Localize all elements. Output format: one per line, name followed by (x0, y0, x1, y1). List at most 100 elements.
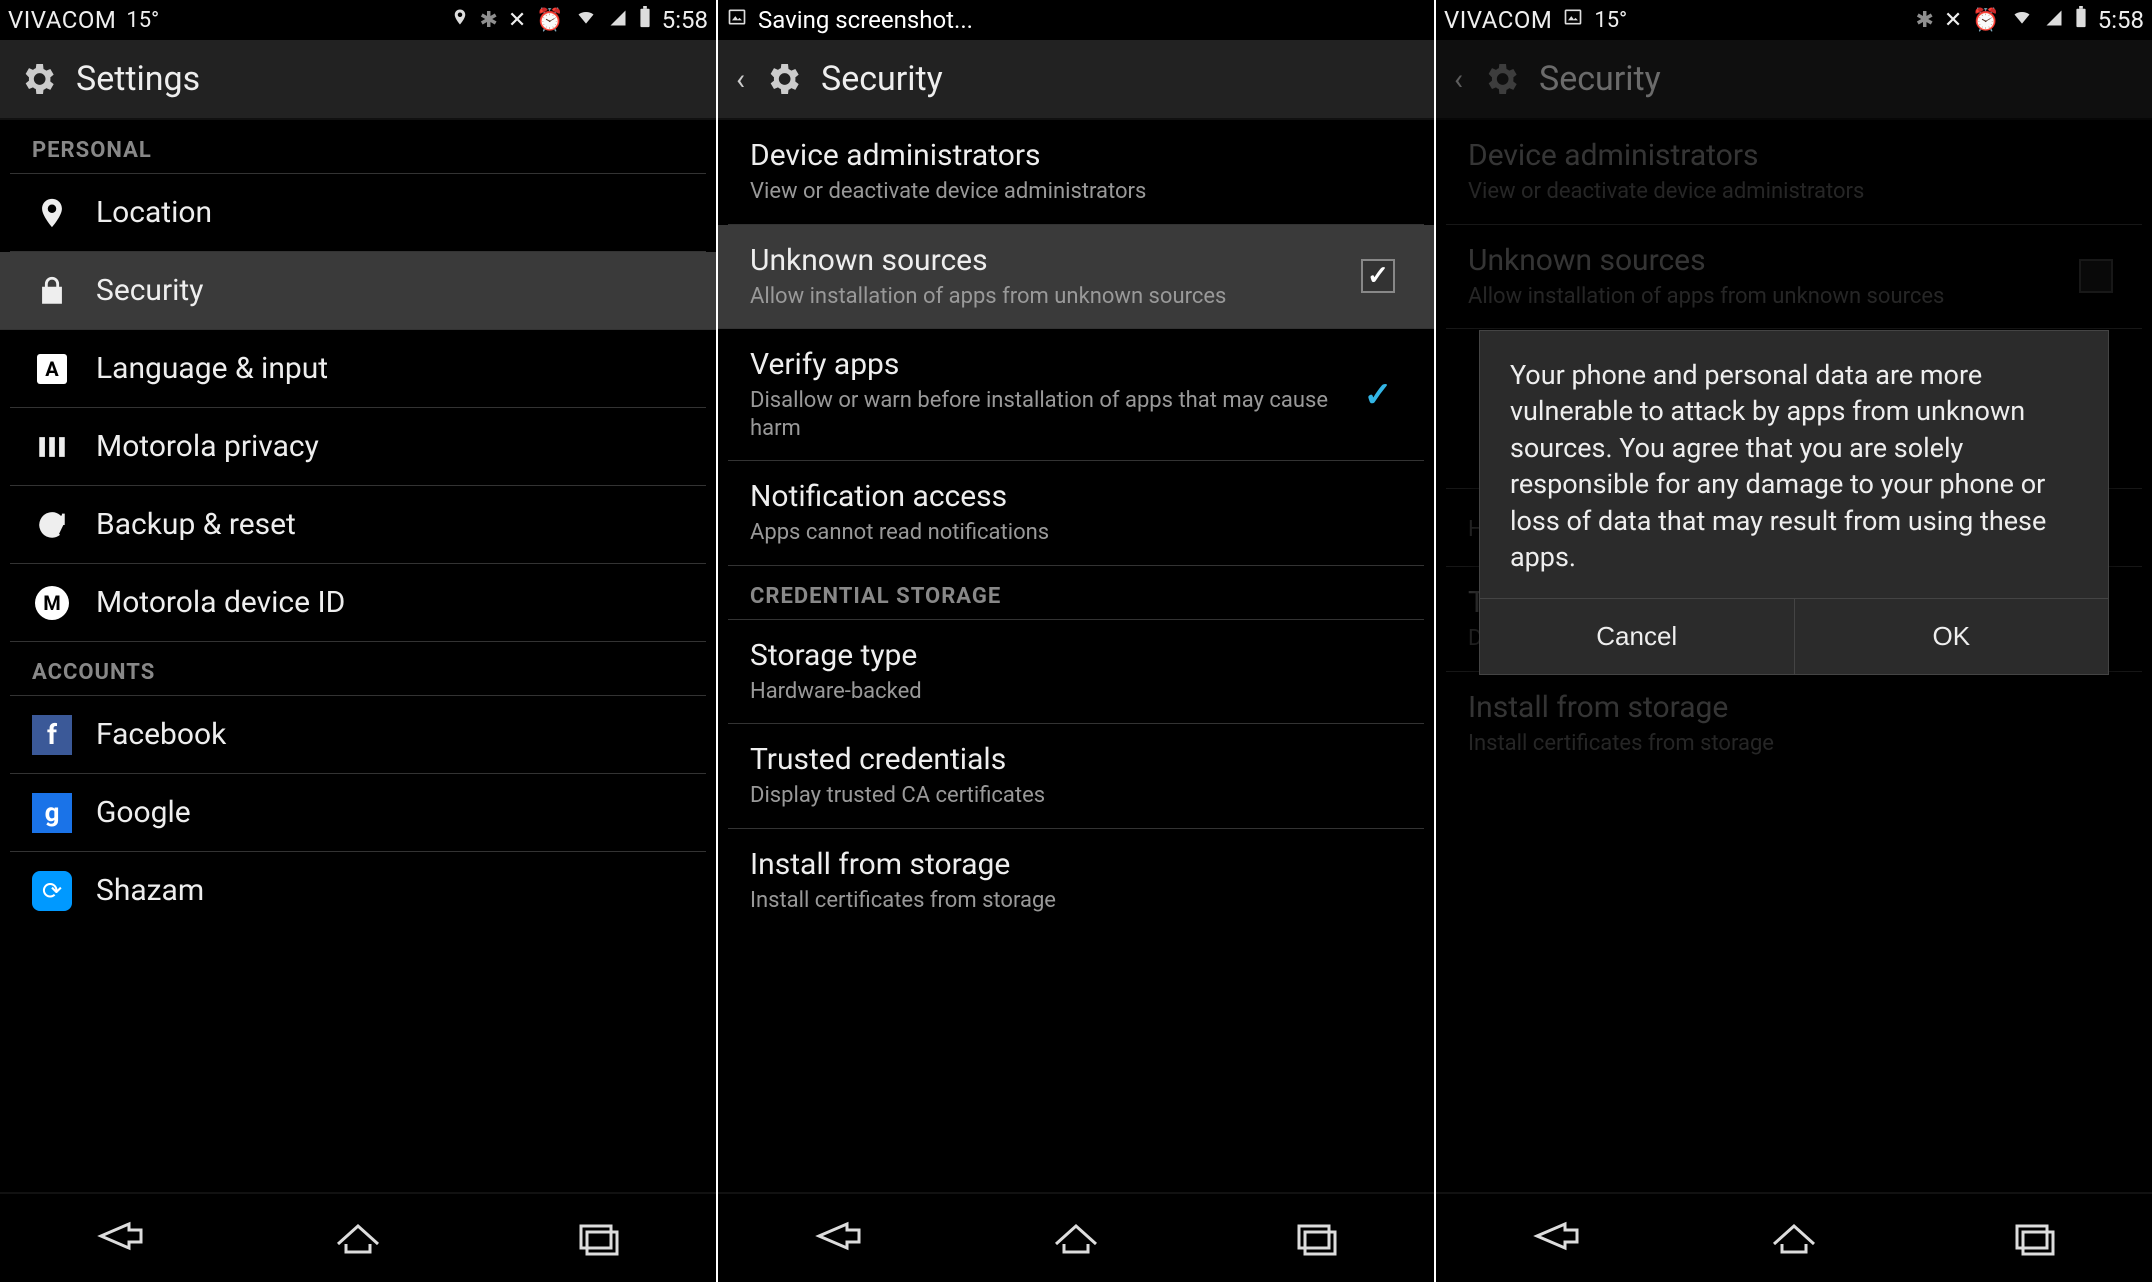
bluetooth-icon: ✱ (479, 8, 497, 33)
nav-home[interactable] (298, 1206, 418, 1270)
settings-content: PERSONAL Location Security A Language & … (0, 120, 716, 1192)
language-icon: A (32, 354, 72, 384)
item-shazam[interactable]: ⟳ Shazam (10, 852, 706, 930)
nav-bar (1436, 1192, 2152, 1282)
security-title-dim: Security (1539, 59, 1661, 99)
image-status-icon (1562, 7, 1584, 33)
backup-icon (32, 508, 72, 542)
item-notif-access[interactable]: Notification access Apps cannot read not… (728, 461, 1424, 566)
chevron-back-icon: ‹ (1454, 62, 1463, 97)
google-icon: g (32, 793, 72, 833)
lock-icon (32, 274, 72, 308)
item-dev-admin[interactable]: Device administrators View or deactivate… (728, 120, 1424, 225)
nav-back[interactable] (1495, 1206, 1615, 1270)
moto-icon: M (32, 586, 72, 620)
chevron-back-icon: ‹ (736, 62, 745, 97)
facebook-icon: f (32, 715, 72, 755)
unknown-sources-dialog: Your phone and personal data are more vu… (1479, 330, 2109, 675)
battery-icon (2074, 6, 2088, 34)
phone-settings: VIVACOM 15° ✱ ✕ ⏰ 5:58 Settings PERSONAL (0, 0, 718, 1282)
item-facebook[interactable]: f Facebook (10, 696, 706, 774)
section-cred: CREDENTIAL STORAGE (728, 566, 1424, 620)
nav-bar (0, 1192, 716, 1282)
backup-label: Backup & reset (96, 507, 684, 543)
phone-security: Saving screenshot... ‹ Security Device a… (718, 0, 1436, 1282)
location-label: Location (96, 195, 684, 231)
item-unknown-sources[interactable]: Unknown sources Allow installation of ap… (718, 225, 1434, 330)
item-backup[interactable]: Backup & reset (10, 486, 706, 564)
item-language[interactable]: A Language & input (10, 330, 706, 408)
storage-sub: Hardware-backed (750, 678, 1402, 706)
dialog-ok-button[interactable]: OK (1794, 599, 2109, 674)
item-google[interactable]: g Google (10, 774, 706, 852)
section-personal: PERSONAL (10, 120, 706, 174)
gear-icon (763, 59, 803, 99)
item-location[interactable]: Location (10, 174, 706, 252)
nav-recent[interactable] (1973, 1206, 2093, 1270)
notif-sub: Apps cannot read notifications (750, 519, 1402, 547)
unknown-sub: Allow installation of apps from unknown … (750, 283, 1330, 311)
privacy-icon (32, 430, 72, 464)
dialog-scrim: Your phone and personal data are more vu… (1436, 120, 2152, 1192)
nav-back[interactable] (777, 1206, 897, 1270)
facebook-label: Facebook (96, 717, 684, 753)
nav-back[interactable] (59, 1206, 179, 1270)
carrier-label: VIVACOM (8, 6, 116, 34)
location-status-icon (451, 6, 469, 34)
status-bar-3: VIVACOM 15° ✱ ✕ ⏰ 5:58 (1436, 0, 2152, 40)
wifi-icon (2010, 7, 2034, 33)
dialog-cancel-button[interactable]: Cancel (1480, 599, 1794, 674)
section-accounts: ACCOUNTS (10, 642, 706, 696)
item-moto-id[interactable]: M Motorola device ID (10, 564, 706, 642)
language-label: Language & input (96, 351, 684, 387)
clock: 5:58 (2098, 6, 2144, 34)
dev-admin-sub: View or deactivate device administrators (750, 178, 1402, 206)
item-security[interactable]: Security (0, 252, 716, 330)
location-icon (32, 196, 72, 230)
shazam-label: Shazam (96, 873, 684, 909)
mute-icon: ✕ (508, 8, 526, 33)
mute-icon: ✕ (1944, 8, 1962, 33)
nav-bar (718, 1192, 1434, 1282)
nav-recent[interactable] (537, 1206, 657, 1270)
battery-icon (638, 6, 652, 34)
verify-checkbox[interactable] (1361, 378, 1395, 412)
nav-home[interactable] (1016, 1206, 1136, 1270)
security-title: Security (821, 59, 943, 99)
google-label: Google (96, 795, 684, 831)
signal-icon (2044, 8, 2064, 33)
app-header-settings: Settings (0, 40, 716, 120)
notif-title: Notification access (750, 479, 1402, 515)
verify-title: Verify apps (750, 347, 1330, 383)
app-header-security[interactable]: ‹ Security (718, 40, 1434, 120)
install-sub: Install certificates from storage (750, 887, 1402, 915)
dialog-body: Your phone and personal data are more vu… (1480, 331, 2108, 598)
shazam-icon: ⟳ (32, 871, 72, 911)
moto-id-label: Motorola device ID (96, 585, 684, 621)
item-verify-apps[interactable]: Verify apps Disallow or warn before inst… (728, 329, 1424, 461)
item-install-storage[interactable]: Install from storage Install certificate… (728, 829, 1424, 933)
clock: 5:58 (662, 6, 708, 34)
nav-recent[interactable] (1255, 1206, 1375, 1270)
temperature: 15° (1594, 8, 1627, 33)
carrier-label: VIVACOM (1444, 6, 1552, 34)
nav-home[interactable] (1734, 1206, 1854, 1270)
app-header-security-dim: ‹ Security (1436, 40, 2152, 120)
status-bar: VIVACOM 15° ✱ ✕ ⏰ 5:58 (0, 0, 716, 40)
security-content-dim: Device administrators View or deactivate… (1436, 120, 2152, 1192)
image-status-icon (726, 7, 748, 33)
alarm-icon: ⏰ (536, 8, 563, 33)
item-moto-privacy[interactable]: Motorola privacy (10, 408, 706, 486)
settings-title: Settings (76, 59, 200, 99)
temperature: 15° (126, 8, 159, 33)
item-storage-type[interactable]: Storage type Hardware-backed (728, 620, 1424, 725)
bluetooth-icon: ✱ (1915, 8, 1933, 33)
trusted-sub: Display trusted CA certificates (750, 782, 1402, 810)
saving-screenshot: Saving screenshot... (758, 6, 973, 34)
status-bar-2: Saving screenshot... (718, 0, 1434, 40)
unknown-checkbox[interactable] (1361, 259, 1395, 293)
wifi-icon (574, 7, 598, 33)
phone-security-dialog: VIVACOM 15° ✱ ✕ ⏰ 5:58 ‹ Security (1436, 0, 2152, 1282)
item-trusted-cred[interactable]: Trusted credentials Display trusted CA c… (728, 724, 1424, 829)
security-label: Security (96, 273, 684, 309)
